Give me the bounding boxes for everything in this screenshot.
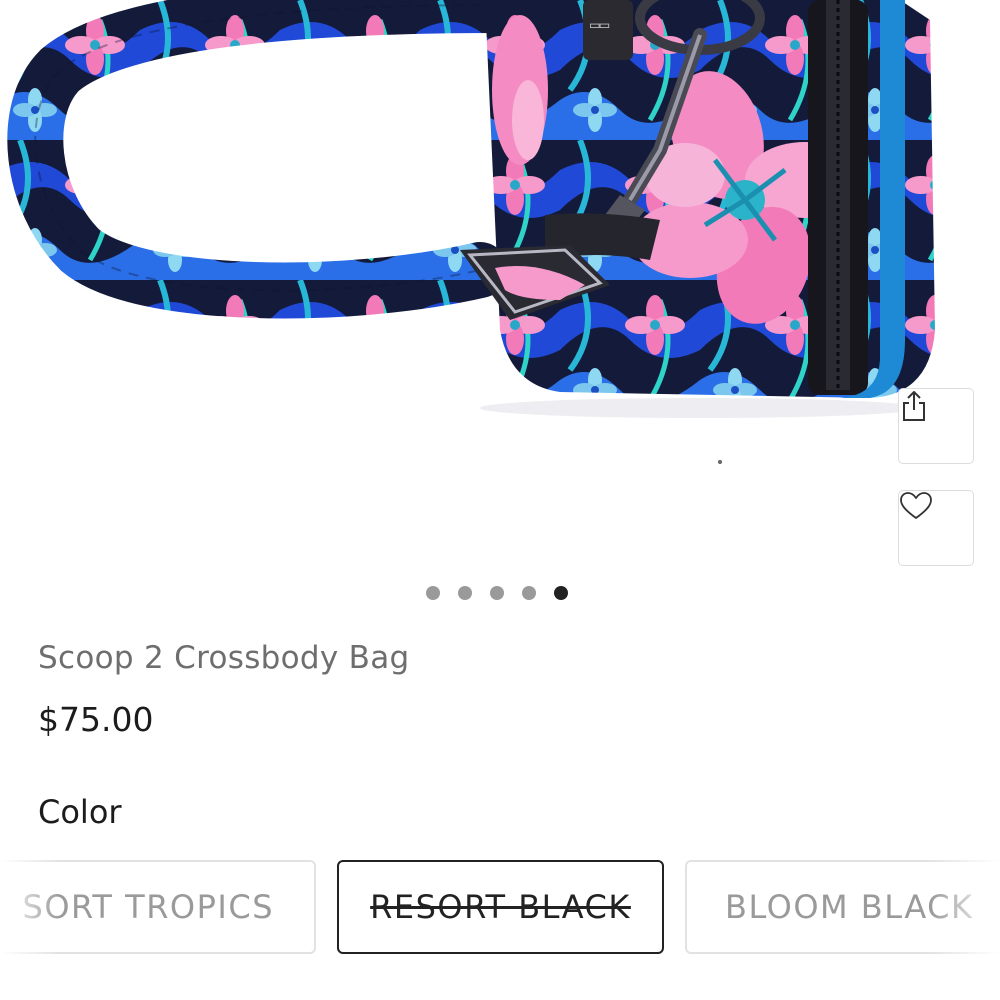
gallery-dot-4[interactable]	[522, 586, 536, 600]
svg-text:▭▭: ▭▭	[590, 15, 610, 34]
color-option-sort-tropics[interactable]: SORT TROPICS	[0, 860, 316, 954]
product-image-gallery[interactable]: ▭▭	[0, 0, 1000, 570]
color-option-label: SORT TROPICS	[22, 888, 274, 926]
gallery-dot-3[interactable]	[490, 586, 504, 600]
product-title: Scoop 2 Crossbody Bag	[38, 640, 410, 676]
color-options-carousel[interactable]: SORT TROPICS RESORT BLACK BLOOM BLACK	[0, 858, 1000, 958]
product-price: $75.00	[38, 700, 154, 739]
color-option-label: RESORT BLACK	[370, 888, 631, 926]
gallery-dot-5[interactable]	[554, 586, 568, 600]
gallery-dot-2[interactable]	[458, 586, 472, 600]
color-option-resort-black[interactable]: RESORT BLACK	[337, 860, 664, 954]
color-option-label: BLOOM BLACK	[725, 888, 974, 926]
product-photo: ▭▭	[7, 0, 935, 464]
share-button[interactable]	[898, 388, 974, 464]
color-label: Color	[38, 793, 122, 831]
gallery-pagination-dots	[426, 586, 568, 602]
product-page: ▭▭ Scoop 2 Crossbody Bag $75.00 Color SO…	[0, 0, 1000, 1000]
color-option-bloom-black[interactable]: BLOOM BLACK	[685, 860, 1000, 954]
gallery-dot-1[interactable]	[426, 586, 440, 600]
wishlist-button[interactable]	[898, 490, 974, 566]
